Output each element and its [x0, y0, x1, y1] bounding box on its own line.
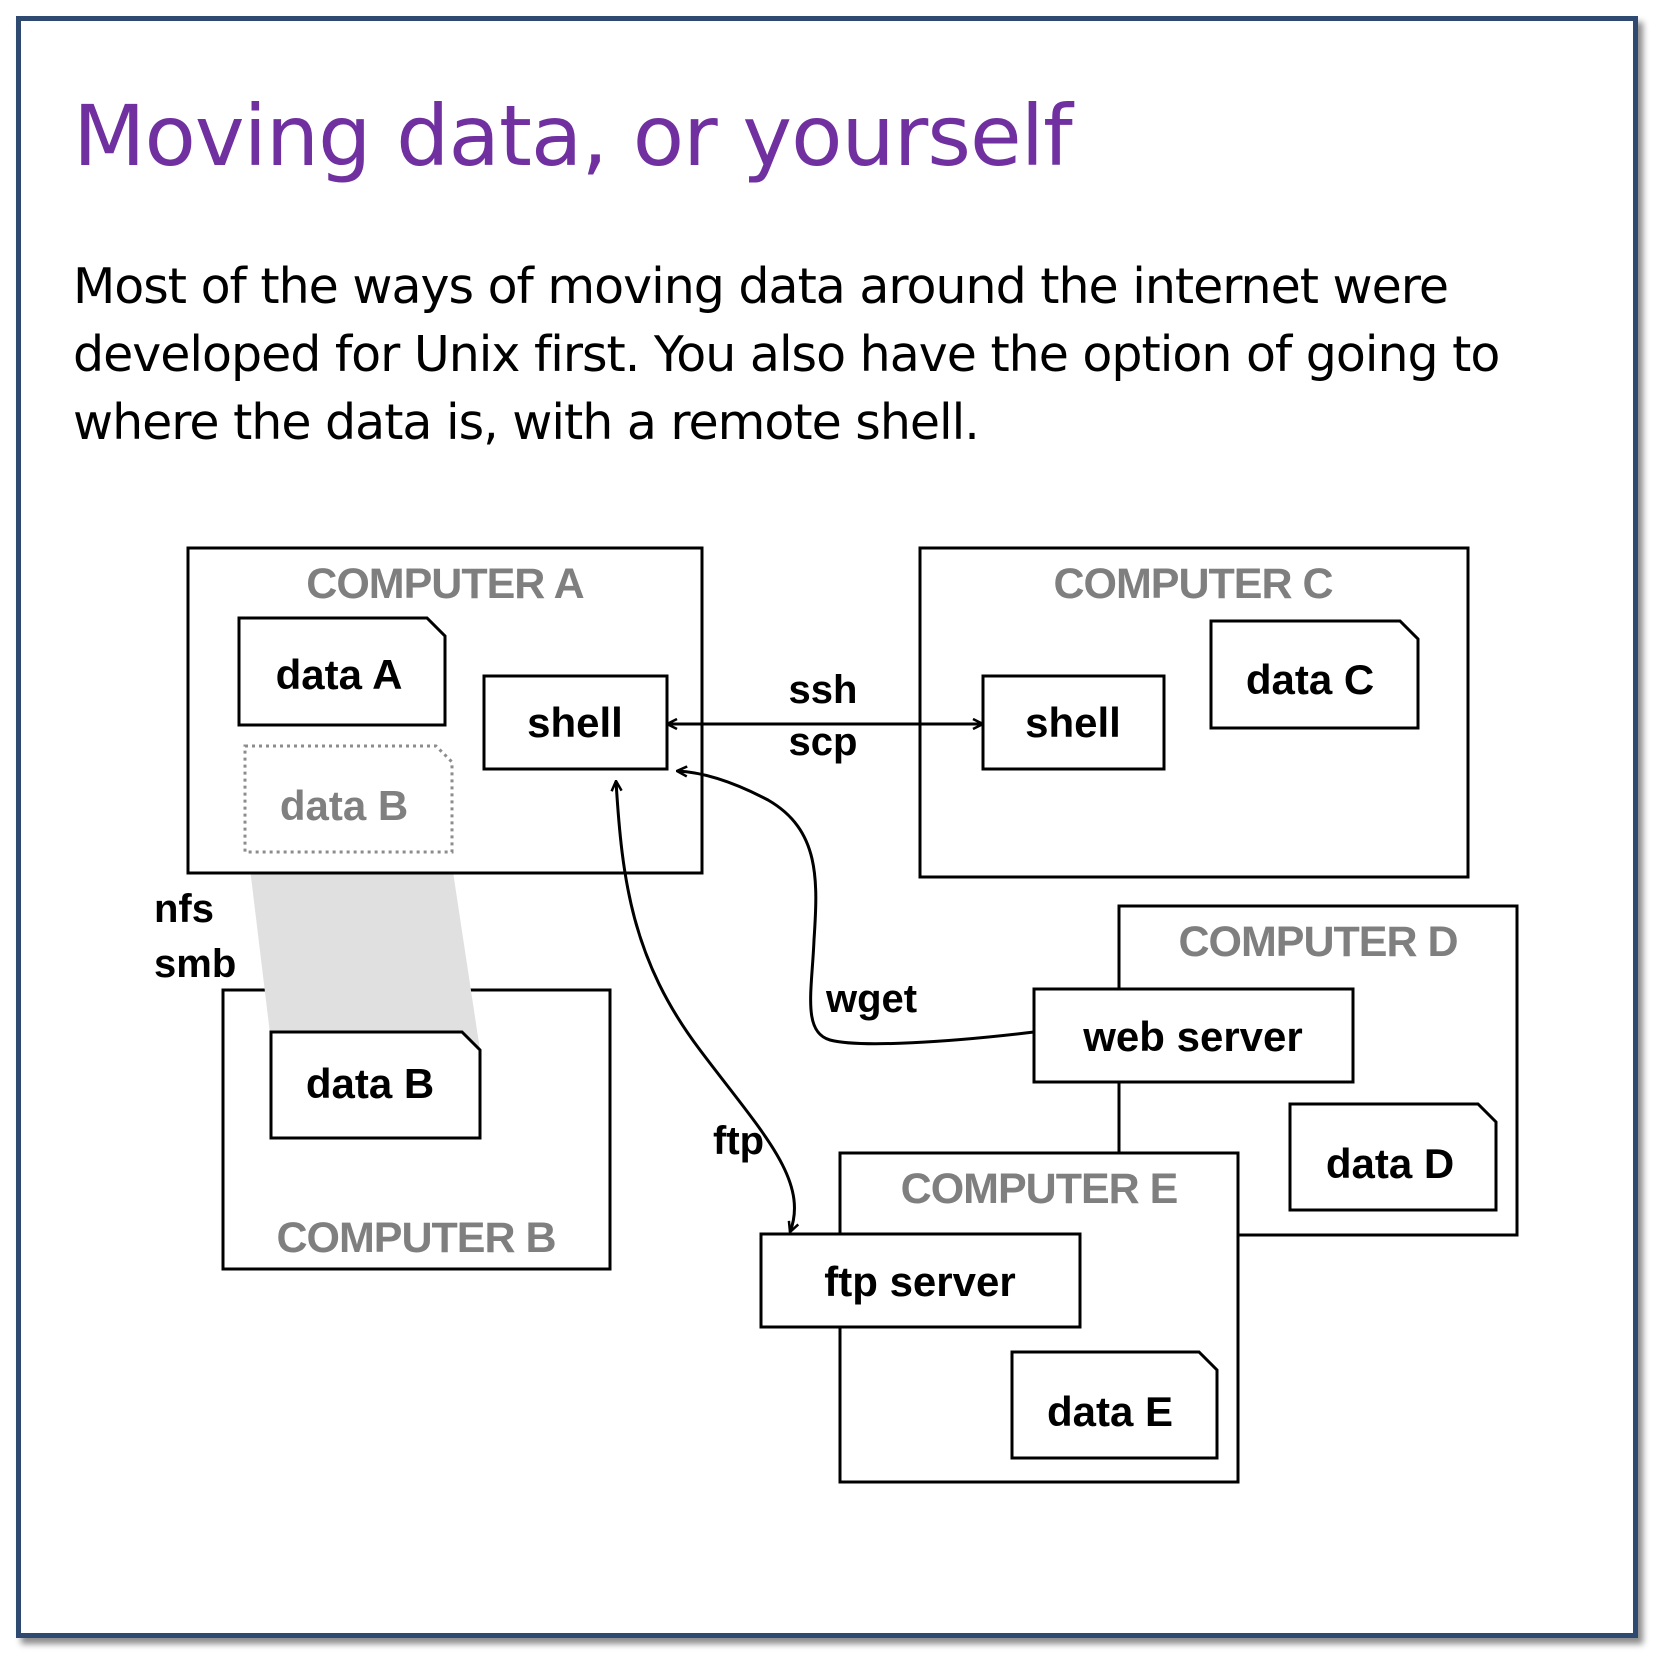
- nfs-mount-share: [248, 852, 480, 1050]
- shell-a-label: shell: [527, 699, 623, 746]
- computer-a: COMPUTER A data A data B shell: [186, 546, 704, 875]
- computer-c-label: COMPUTER C: [1053, 560, 1332, 608]
- ssh-label: ssh: [789, 668, 858, 712]
- data-b-label: data B: [306, 1060, 434, 1107]
- computer-e-label: COMPUTER E: [901, 1165, 1178, 1213]
- computer-b-label: COMPUTER B: [276, 1214, 555, 1262]
- data-b-file: data B: [269, 1030, 482, 1140]
- shell-c-label: shell: [1025, 699, 1121, 746]
- data-b-mounted-label: data B: [280, 782, 408, 829]
- scp-label: scp: [789, 720, 858, 764]
- data-a-label: data A: [276, 651, 403, 698]
- ftp-server-label: ftp server: [824, 1258, 1015, 1305]
- wget-label: wget: [825, 977, 917, 1021]
- data-d-label: data D: [1326, 1140, 1454, 1187]
- data-e-label: data E: [1047, 1388, 1173, 1435]
- computer-a-label: COMPUTER A: [306, 560, 583, 608]
- ftp-label: ftp: [713, 1119, 764, 1163]
- computer-e: COMPUTER E ftp server data E: [759, 1151, 1240, 1484]
- smb-label: smb: [154, 942, 236, 986]
- web-server-label: web server: [1082, 1013, 1302, 1060]
- network-diagram: COMPUTER B data B COMPUTER A data A data…: [154, 546, 1519, 1484]
- data-c-label: data C: [1246, 656, 1374, 703]
- computer-d-label: COMPUTER D: [1178, 918, 1457, 966]
- nfs-label: nfs: [154, 887, 214, 931]
- computer-c: COMPUTER C shell data C: [918, 546, 1470, 879]
